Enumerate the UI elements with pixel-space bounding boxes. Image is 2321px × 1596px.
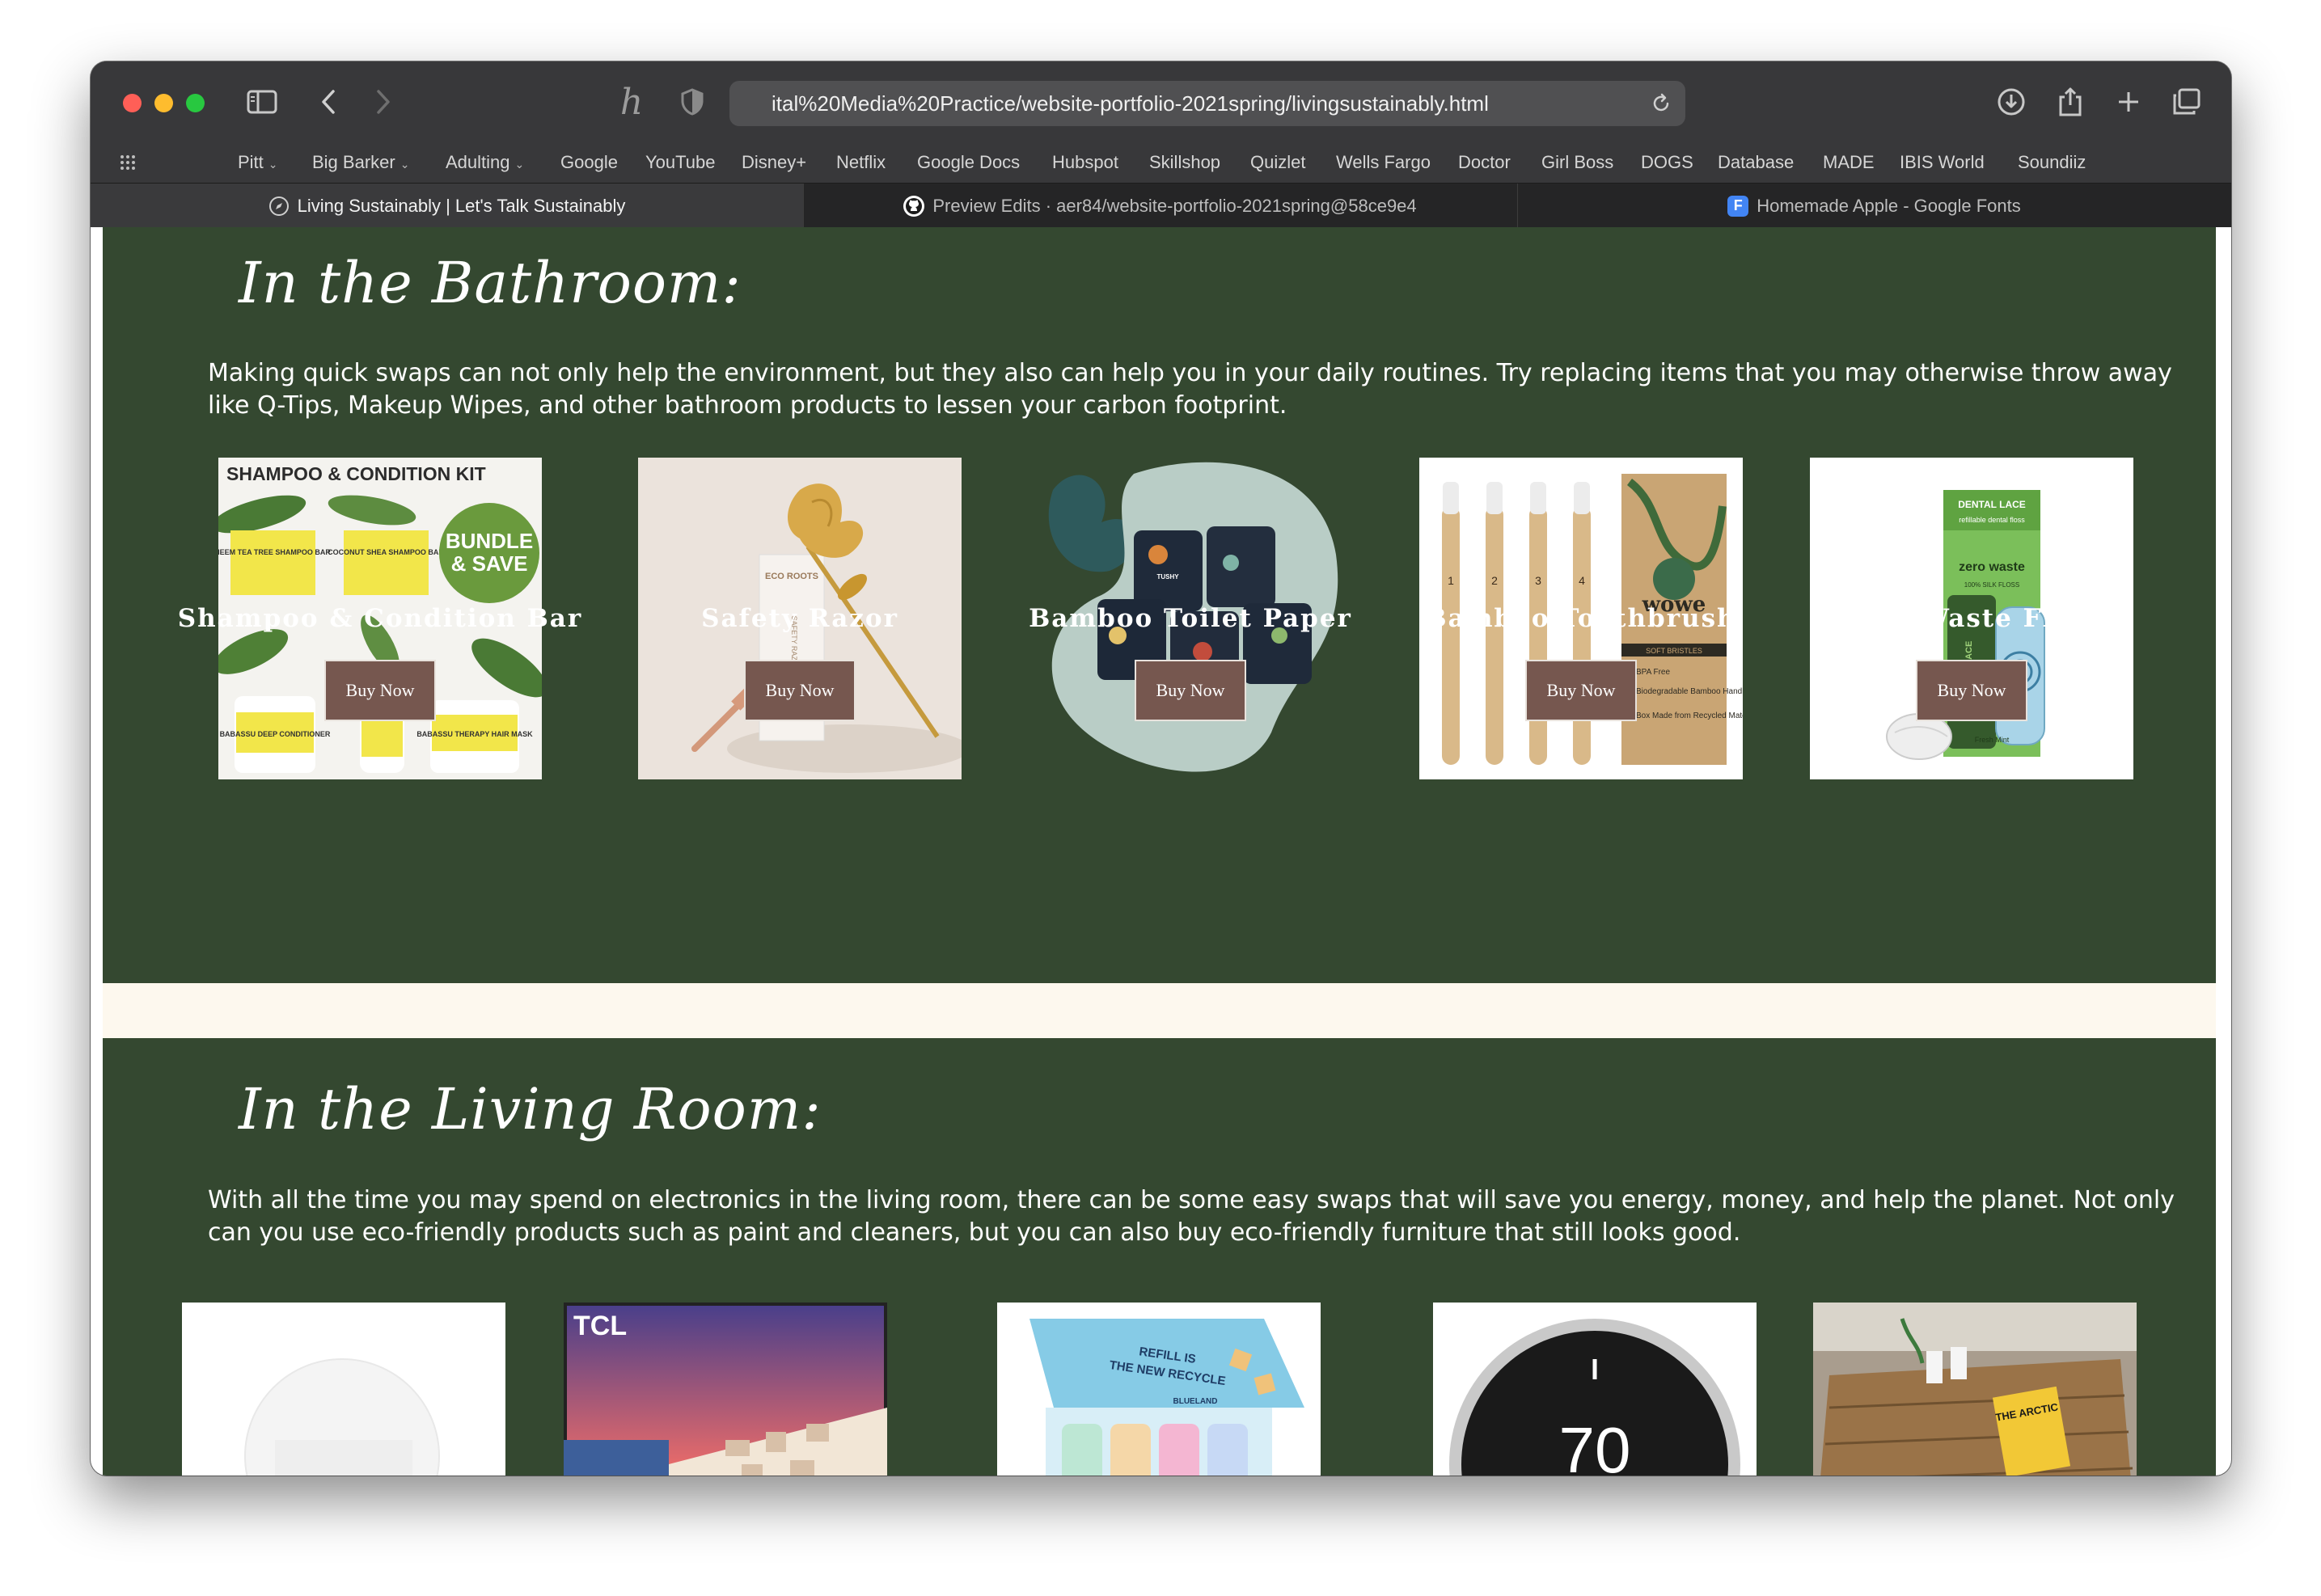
chevron-down-icon: ⌄ <box>514 158 525 171</box>
bathroom-section: In the Bathroom: Making quick swaps can … <box>103 227 2216 983</box>
back-icon[interactable] <box>312 81 345 123</box>
blueland-brand: BLUELAND <box>1173 1397 1218 1406</box>
favorite-big-barker[interactable]: Big Barker ⌄ <box>312 142 409 183</box>
url-text[interactable]: ital%20Media%20Practice/website-portfoli… <box>772 81 1629 126</box>
bundle-badge-line2: & SAVE <box>451 551 528 576</box>
shampoo-label-1: NEEM TEA TREE SHAMPOO BAR <box>218 548 331 556</box>
downloads-icon[interactable] <box>1993 81 2029 123</box>
favorite-adulting[interactable]: Adulting ⌄ <box>446 142 524 183</box>
favorite-youtube[interactable]: YouTube <box>645 142 715 183</box>
product-title-shampoo: Shampoo & Condition Bar <box>177 604 583 633</box>
toothbrush-bullet-1: BPA Free <box>1636 668 1670 677</box>
living-room-paragraph: With all the time you may spend on elect… <box>208 1186 2175 1247</box>
brush-number-3: 3 <box>1535 574 1541 587</box>
browser-window: h ital%20Media%20Practice/website-portfo… <box>91 61 2231 1476</box>
toothbrush-bullet-2: Biodegradable Bamboo Handle <box>1636 687 1743 696</box>
tab-title: Homemade Apple - Google Fonts <box>1757 195 2021 216</box>
tab-overview-icon[interactable] <box>2169 81 2205 123</box>
new-tab-plus-icon[interactable] <box>2111 81 2146 123</box>
favorite-doctor[interactable]: Doctor <box>1458 142 1511 183</box>
close-window-button[interactable] <box>123 94 142 112</box>
product-title-toilet-paper: Bamboo Toilet Paper <box>1029 604 1352 633</box>
favorite-dogs[interactable]: DOGS <box>1641 142 1693 183</box>
tv-brand: TCL <box>573 1311 627 1341</box>
buy-now-button-razor[interactable]: Buy Now <box>744 660 856 721</box>
sidebar-icon[interactable] <box>244 81 280 123</box>
tushy-brand-1: TUSHY <box>1156 573 1179 581</box>
compass-icon <box>268 196 290 217</box>
chevron-down-icon: ⌄ <box>400 158 410 171</box>
bathroom-heading: In the Bathroom: <box>239 250 742 316</box>
favorite-pitt[interactable]: Pitt ⌄ <box>238 142 278 183</box>
favorite-wells-fargo[interactable]: Wells Fargo <box>1336 142 1431 183</box>
shampoo-label-5: BABASSU THERAPY HAIR MASK <box>416 730 533 738</box>
tab-title: Living Sustainably | Let's Talk Sustaina… <box>297 195 626 216</box>
thermostat-reading: 70 <box>1559 1414 1631 1476</box>
address-bar[interactable]: ital%20Media%20Practice/website-portfoli… <box>729 81 1685 126</box>
zoom-window-button[interactable] <box>186 94 205 112</box>
shampoo-kit-title: SHAMPOO & CONDITION KIT <box>226 463 486 484</box>
apps-grid-icon[interactable] <box>113 142 146 183</box>
favorite-hubspot[interactable]: Hubspot <box>1052 142 1118 183</box>
reload-icon[interactable] <box>1648 91 1674 116</box>
tab-preview-edits[interactable]: Preview Edits · aer84/website-portfolio-… <box>803 184 1518 228</box>
privacy-shield-icon[interactable] <box>676 81 708 123</box>
bathroom-paragraph: Making quick swaps can not only help the… <box>208 359 2172 420</box>
floss-brand: zero waste <box>1959 560 2025 574</box>
soft-bristles-strip: SOFT BRISTLES <box>1646 647 1702 655</box>
bundle-badge-line1: BUNDLE <box>446 529 533 553</box>
tab-bar: Living Sustainably | Let's Talk Sustaina… <box>91 183 2231 228</box>
shampoo-label-3: BABASSU DEEP CONDITIONER <box>220 730 331 738</box>
favorite-ibis-world[interactable]: IBIS World <box>1900 142 1985 183</box>
brush-number-1: 1 <box>1448 574 1454 587</box>
floss-bottom: Fresh Mint <box>1975 736 2010 744</box>
tab-living-sustainably[interactable]: Living Sustainably | Let's Talk Sustaina… <box>91 184 804 228</box>
shampoo-label-2: COCONUT SHEA SHAMPOO BAR <box>328 548 444 556</box>
living-image-blueland[interactable]: REFILL IS THE NEW RECYCLE BLUELAND <box>997 1303 1321 1476</box>
github-icon <box>903 195 925 217</box>
favorites-bar: Pitt ⌄ Big Barker ⌄ Adulting ⌄ Google YouTu… <box>91 142 2231 183</box>
product-title-razor: Safety Razor <box>701 604 898 633</box>
toothbrush-bullet-3: Box Made from Recycled Material <box>1636 711 1743 720</box>
section-divider <box>103 983 2216 1038</box>
favorite-girl-boss[interactable]: Girl Boss <box>1541 142 1613 183</box>
favorite-database[interactable]: Database <box>1718 142 1794 183</box>
favorite-skillshop[interactable]: Skillshop <box>1149 142 1220 183</box>
living-room-heading: In the Living Room: <box>239 1076 822 1142</box>
buy-now-button-toilet-paper[interactable]: Buy Now <box>1135 660 1246 721</box>
minimize-window-button[interactable] <box>154 94 173 112</box>
tab-homemade-apple[interactable]: F Homemade Apple - Google Fonts <box>1517 184 2231 228</box>
google-fonts-icon: F <box>1727 195 1749 217</box>
brush-number-2: 2 <box>1491 574 1498 587</box>
living-image-tcl-tv[interactable]: TCL <box>564 1303 887 1476</box>
buy-now-button-toothbrush[interactable]: Buy Now <box>1525 660 1637 721</box>
favorite-quizlet[interactable]: Quizlet <box>1250 142 1305 183</box>
product-title-toothbrush: Bamboo Toothbrush <box>1425 604 1737 633</box>
web-page: In the Bathroom: Making quick swaps can … <box>91 227 2231 1476</box>
favorite-disney-plus[interactable]: Disney+ <box>742 142 806 183</box>
living-image-light-bulb[interactable] <box>182 1303 505 1476</box>
floss-note: 100% SILK FLOSS <box>1964 581 2019 589</box>
buy-now-button-shampoo[interactable]: Buy Now <box>324 660 436 721</box>
floss-top: DENTAL LACE <box>1958 499 2026 510</box>
living-image-thermostat[interactable]: 70 <box>1433 1303 1757 1476</box>
forward-icon[interactable] <box>367 81 400 123</box>
favorite-google-docs[interactable]: Google Docs <box>917 142 1020 183</box>
favorite-google[interactable]: Google <box>560 142 618 183</box>
favorite-made[interactable]: MADE <box>1823 142 1875 183</box>
living-image-pallet-table[interactable]: THE ARCTIC <box>1813 1303 2137 1476</box>
favorite-soundiiz[interactable]: Soundiiz <box>2018 142 2086 183</box>
browser-toolbar: h ital%20Media%20Practice/website-portfo… <box>91 61 2231 142</box>
brush-number-4: 4 <box>1579 574 1585 587</box>
share-icon[interactable] <box>2053 81 2088 123</box>
floss-sub: refillable dental floss <box>1959 516 2025 524</box>
razor-box-label: ECO ROOTS <box>765 572 818 581</box>
living-room-section: In the Living Room: With all the time yo… <box>103 1038 2216 1476</box>
honey-extension-icon[interactable]: h <box>613 81 650 123</box>
favorite-netflix[interactable]: Netflix <box>836 142 886 183</box>
tab-title: Preview Edits · aer84/website-portfolio-… <box>932 195 1417 216</box>
product-title-floss: Zero Waste Floss <box>1839 604 2103 633</box>
buy-now-button-floss[interactable]: Buy Now <box>1916 660 2027 721</box>
chevron-down-icon: ⌄ <box>268 158 278 171</box>
